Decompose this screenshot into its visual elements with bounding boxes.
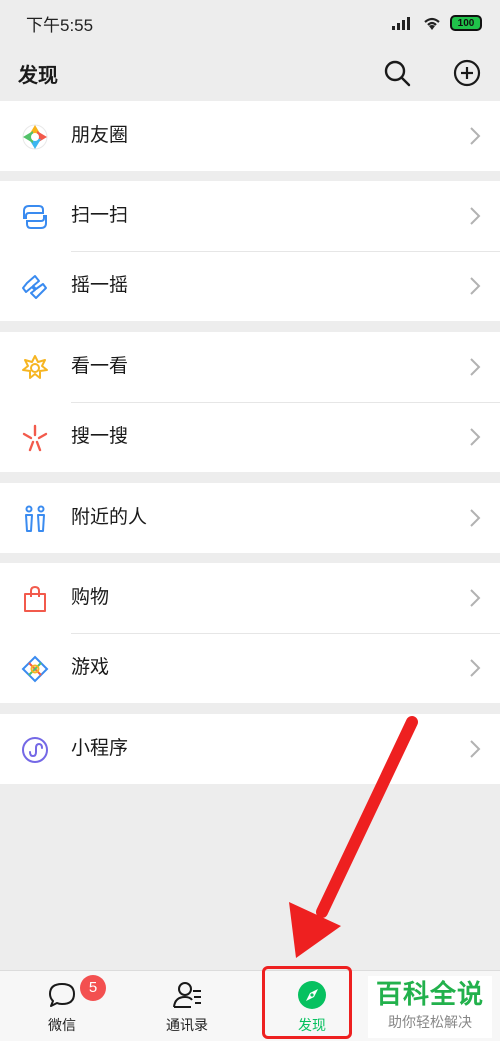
status-time: 下午5:55 <box>26 15 94 35</box>
menu-item-label: 购物 <box>71 587 110 608</box>
menu-item-label: 小程序 <box>71 738 129 759</box>
chevron-right-icon <box>470 740 481 758</box>
games-icon <box>21 655 49 683</box>
menu-item-label: 附近的人 <box>71 507 148 528</box>
menu-item-shopping[interactable]: 购物 <box>0 563 500 633</box>
battery-icon: 100 <box>450 15 482 31</box>
menu-group-shop-games: 购物 游戏 <box>0 563 500 703</box>
contacts-icon <box>173 982 201 1008</box>
page-title: 发现 <box>18 64 58 87</box>
menu-group-discover-search: 看一看 搜一搜 <box>0 332 500 472</box>
menu-item-top-stories[interactable]: 看一看 <box>0 332 500 402</box>
menu-group-scan-shake: 扫一扫 摇一摇 <box>0 181 500 321</box>
scan-icon <box>23 205 47 229</box>
chevron-right-icon <box>470 358 481 376</box>
menu-group-moments: 朋友圈 <box>0 101 500 171</box>
unread-badge: 5 <box>80 975 106 1001</box>
people-nearby-icon <box>25 505 45 532</box>
menu-item-mini-programs[interactable]: 小程序 <box>0 714 500 784</box>
tab-label: 微信 <box>48 1017 76 1033</box>
search-sparkle-icon <box>22 424 48 452</box>
chevron-right-icon <box>470 428 481 446</box>
moments-aperture-icon <box>22 124 48 150</box>
chat-bubble-icon <box>49 983 75 1007</box>
nav-actions <box>382 58 482 88</box>
chevron-right-icon <box>470 277 481 295</box>
menu-item-label: 朋友圈 <box>71 125 129 146</box>
shake-icon <box>22 275 47 299</box>
chevron-right-icon <box>470 207 481 225</box>
menu-item-label: 搜一搜 <box>71 426 129 447</box>
menu-item-people-nearby[interactable]: 附近的人 <box>0 483 500 553</box>
menu-item-moments[interactable]: 朋友圈 <box>0 101 500 171</box>
top-stories-icon <box>22 355 48 379</box>
menu-group-mini-programs: 小程序 <box>0 714 500 784</box>
status-icons: 100 <box>392 15 482 31</box>
menu-item-label: 摇一摇 <box>71 275 129 296</box>
menu-item-search[interactable]: 搜一搜 <box>0 402 500 472</box>
status-bar: 下午5:55 100 <box>0 0 500 46</box>
watermark-logo: 百科全说 助你轻松解决 <box>368 976 492 1038</box>
menu-group-nearby: 附近的人 <box>0 483 500 553</box>
menu-item-scan[interactable]: 扫一扫 <box>0 181 500 251</box>
watermark-subtitle: 助你轻松解决 <box>388 1014 472 1030</box>
chevron-right-icon <box>470 509 481 527</box>
menu-item-label: 扫一扫 <box>71 205 129 226</box>
search-icon[interactable] <box>382 58 412 88</box>
wifi-icon <box>424 17 440 30</box>
menu-item-games[interactable]: 游戏 <box>0 633 500 703</box>
nav-bar: 发现 <box>0 46 500 100</box>
mini-programs-icon <box>22 737 48 763</box>
plus-circle-icon[interactable] <box>452 58 482 88</box>
signal-icon <box>392 17 410 30</box>
chevron-right-icon <box>470 659 481 677</box>
menu-item-label: 游戏 <box>71 657 110 678</box>
tab-label: 通讯录 <box>166 1017 208 1033</box>
shopping-bag-icon <box>24 585 46 612</box>
chevron-right-icon <box>470 589 481 607</box>
highlight-box <box>262 966 352 1039</box>
chevron-right-icon <box>470 127 481 145</box>
menu-item-shake[interactable]: 摇一摇 <box>0 251 500 321</box>
tab-contacts[interactable]: 通讯录 <box>137 971 237 1041</box>
watermark-title: 百科全说 <box>375 979 484 1009</box>
menu-item-label: 看一看 <box>71 356 129 377</box>
tab-chats[interactable]: 5 微信 <box>12 971 112 1041</box>
